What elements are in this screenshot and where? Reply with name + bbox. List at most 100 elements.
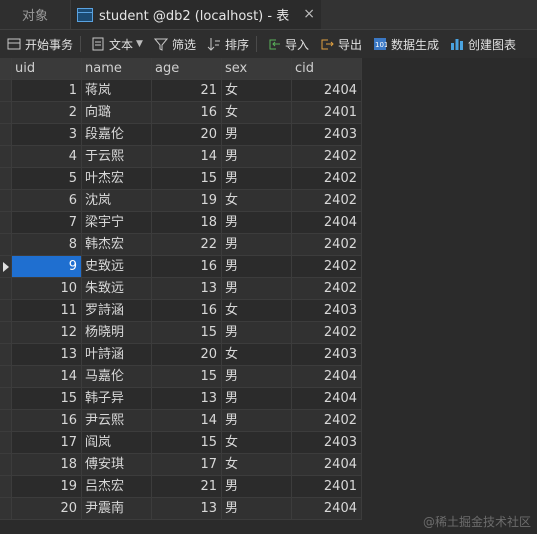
column-header-age[interactable]: age: [152, 58, 222, 80]
cell-sex[interactable]: 女: [222, 454, 292, 476]
table-row[interactable]: 9 史致远 16 男 2402: [0, 256, 362, 278]
cell-age[interactable]: 16: [152, 256, 222, 278]
cell-name[interactable]: 叶杰宏: [82, 168, 152, 190]
cell-age[interactable]: 15: [152, 432, 222, 454]
text-view-button[interactable]: 文本 ▼: [87, 33, 147, 55]
cell-uid[interactable]: 1: [12, 80, 82, 102]
column-header-name[interactable]: name: [82, 58, 152, 80]
cell-sex[interactable]: 男: [222, 322, 292, 344]
cell-age[interactable]: 13: [152, 388, 222, 410]
create-chart-button[interactable]: 创建图表: [446, 33, 520, 55]
begin-transaction-button[interactable]: 开始事务: [3, 33, 77, 55]
row-marker[interactable]: [0, 344, 12, 366]
cell-age[interactable]: 13: [152, 278, 222, 300]
cell-cid[interactable]: 2404: [292, 366, 362, 388]
cell-age[interactable]: 17: [152, 454, 222, 476]
cell-uid[interactable]: 9: [12, 256, 82, 278]
cell-name[interactable]: 梁宇宁: [82, 212, 152, 234]
chevron-down-icon[interactable]: ▼: [136, 39, 143, 49]
sort-button[interactable]: 排序: [203, 33, 253, 55]
cell-sex[interactable]: 男: [222, 124, 292, 146]
tab-student-table[interactable]: student @db2 (localhost) - 表 ×: [71, 0, 321, 29]
cell-uid[interactable]: 10: [12, 278, 82, 300]
row-marker[interactable]: [0, 190, 12, 212]
cell-name[interactable]: 朱致远: [82, 278, 152, 300]
row-marker[interactable]: [0, 432, 12, 454]
cell-uid[interactable]: 8: [12, 234, 82, 256]
cell-age[interactable]: 13: [152, 498, 222, 520]
cell-name[interactable]: 罗詩涵: [82, 300, 152, 322]
row-marker[interactable]: [0, 454, 12, 476]
cell-uid[interactable]: 4: [12, 146, 82, 168]
table-row[interactable]: 13 叶詩涵 20 女 2403: [0, 344, 362, 366]
row-marker[interactable]: [0, 322, 12, 344]
row-marker[interactable]: [0, 300, 12, 322]
row-marker[interactable]: [0, 102, 12, 124]
cell-age[interactable]: 15: [152, 322, 222, 344]
cell-cid[interactable]: 2402: [292, 278, 362, 300]
cell-cid[interactable]: 2402: [292, 190, 362, 212]
table-row[interactable]: 10 朱致远 13 男 2402: [0, 278, 362, 300]
cell-cid[interactable]: 2401: [292, 476, 362, 498]
row-marker[interactable]: [0, 234, 12, 256]
cell-name[interactable]: 韩杰宏: [82, 234, 152, 256]
cell-sex[interactable]: 男: [222, 476, 292, 498]
export-button[interactable]: 导出: [316, 33, 366, 55]
table-row[interactable]: 1 蒋岚 21 女 2404: [0, 80, 362, 102]
cell-age[interactable]: 21: [152, 476, 222, 498]
cell-age[interactable]: 18: [152, 212, 222, 234]
table-row[interactable]: 5 叶杰宏 15 男 2402: [0, 168, 362, 190]
row-marker[interactable]: [0, 146, 12, 168]
cell-uid[interactable]: 13: [12, 344, 82, 366]
cell-name[interactable]: 傅安琪: [82, 454, 152, 476]
table-row[interactable]: 7 梁宇宁 18 男 2404: [0, 212, 362, 234]
cell-sex[interactable]: 女: [222, 300, 292, 322]
cell-sex[interactable]: 女: [222, 190, 292, 212]
cell-cid[interactable]: 2403: [292, 124, 362, 146]
cell-name[interactable]: 叶詩涵: [82, 344, 152, 366]
row-marker[interactable]: [0, 476, 12, 498]
cell-uid[interactable]: 16: [12, 410, 82, 432]
column-header-uid[interactable]: uid: [12, 58, 82, 80]
cell-uid[interactable]: 3: [12, 124, 82, 146]
row-marker[interactable]: [0, 124, 12, 146]
cell-name[interactable]: 向璐: [82, 102, 152, 124]
cell-name[interactable]: 蒋岚: [82, 80, 152, 102]
cell-uid[interactable]: 7: [12, 212, 82, 234]
cell-name[interactable]: 阎岚: [82, 432, 152, 454]
table-row[interactable]: 6 沈岚 19 女 2402: [0, 190, 362, 212]
cell-sex[interactable]: 女: [222, 432, 292, 454]
cell-age[interactable]: 14: [152, 410, 222, 432]
row-marker[interactable]: [0, 212, 12, 234]
table-row[interactable]: 20 尹震南 13 男 2404: [0, 498, 362, 520]
column-header-sex[interactable]: sex: [222, 58, 292, 80]
cell-sex[interactable]: 女: [222, 102, 292, 124]
cell-cid[interactable]: 2402: [292, 146, 362, 168]
table-row[interactable]: 3 段嘉伦 20 男 2403: [0, 124, 362, 146]
import-button[interactable]: 导入: [263, 33, 313, 55]
cell-cid[interactable]: 2401: [292, 102, 362, 124]
tab-objects[interactable]: 对象: [0, 0, 71, 29]
cell-cid[interactable]: 2403: [292, 300, 362, 322]
table-row[interactable]: 2 向璐 16 女 2401: [0, 102, 362, 124]
cell-age[interactable]: 15: [152, 366, 222, 388]
cell-age[interactable]: 15: [152, 168, 222, 190]
cell-age[interactable]: 20: [152, 124, 222, 146]
table-row[interactable]: 16 尹云熙 14 男 2402: [0, 410, 362, 432]
cell-cid[interactable]: 2404: [292, 454, 362, 476]
cell-name[interactable]: 尹震南: [82, 498, 152, 520]
cell-uid[interactable]: 6: [12, 190, 82, 212]
table-row[interactable]: 18 傅安琪 17 女 2404: [0, 454, 362, 476]
close-icon[interactable]: ×: [303, 6, 315, 22]
cell-name[interactable]: 沈岚: [82, 190, 152, 212]
cell-uid[interactable]: 12: [12, 322, 82, 344]
table-row[interactable]: 4 于云熙 14 男 2402: [0, 146, 362, 168]
table-row[interactable]: 14 马嘉伦 15 男 2404: [0, 366, 362, 388]
row-marker[interactable]: [0, 168, 12, 190]
cell-name[interactable]: 吕杰宏: [82, 476, 152, 498]
cell-name[interactable]: 杨晓明: [82, 322, 152, 344]
cell-age[interactable]: 16: [152, 102, 222, 124]
cell-name[interactable]: 于云熙: [82, 146, 152, 168]
cell-cid[interactable]: 2402: [292, 256, 362, 278]
cell-sex[interactable]: 男: [222, 498, 292, 520]
